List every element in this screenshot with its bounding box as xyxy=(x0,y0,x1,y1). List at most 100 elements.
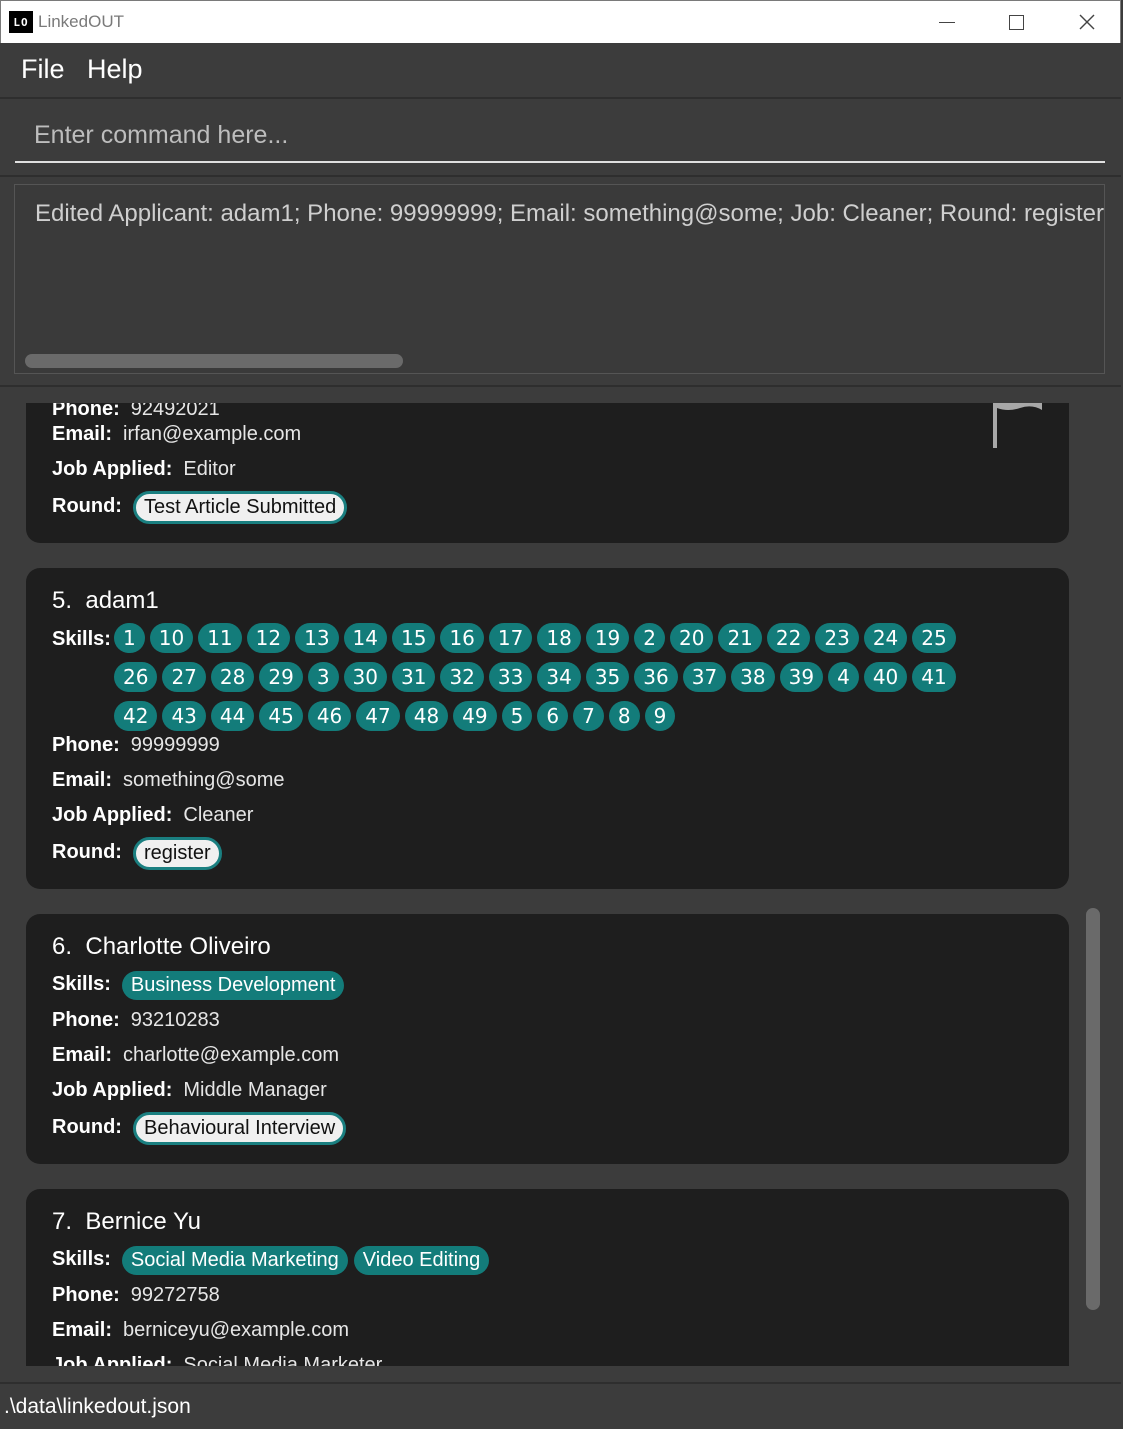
maximize-button[interactable] xyxy=(981,1,1051,44)
skills-row: Skills: Business Development xyxy=(52,971,350,1000)
command-input[interactable] xyxy=(15,110,1105,163)
skill-tag: 22 xyxy=(766,623,811,653)
applicant-card[interactable]: Phone: 92492021 Email: irfan@example.com J… xyxy=(26,403,1069,543)
skill-tag: 4 xyxy=(828,662,859,692)
phone-value: 93210283 xyxy=(130,1009,220,1031)
skill-tag: 37 xyxy=(682,662,727,692)
skill-tag: 28 xyxy=(210,662,255,692)
title-bar: LO LinkedOUT xyxy=(0,0,1121,43)
skill-tag: 18 xyxy=(537,623,581,653)
applicant-index: 7. xyxy=(52,1208,73,1235)
menu-file[interactable]: File xyxy=(21,54,65,85)
skill-tag: 10 xyxy=(149,623,194,653)
job-row: Job Applied: Cleaner xyxy=(52,804,254,826)
email-row: Email: irfan@example.com xyxy=(52,423,302,445)
skill-tag: 29 xyxy=(259,662,303,692)
round-row: Round: Behavioural Interview xyxy=(52,1112,347,1145)
round-tag: Behavioural Interview xyxy=(132,1112,347,1145)
skill-tag: 11 xyxy=(198,623,242,653)
close-icon xyxy=(1079,14,1095,30)
job-value: Cleaner xyxy=(183,804,254,826)
email-value: charlotte@example.com xyxy=(123,1044,339,1066)
skill-tag: 16 xyxy=(440,623,484,653)
skill-tag: 42 xyxy=(114,701,158,731)
skill-tag: 46 xyxy=(307,701,352,731)
skill-tag: 26 xyxy=(114,662,158,692)
round-tag: Test Article Submitted xyxy=(132,491,348,524)
skill-tag: 33 xyxy=(488,662,533,692)
skill-tag: 36 xyxy=(634,662,678,692)
skill-tag: 19 xyxy=(585,623,630,653)
skill-tag: 35 xyxy=(585,662,630,692)
email-value: berniceyu@example.com xyxy=(123,1319,349,1341)
email-value: something@some xyxy=(123,769,285,791)
skill-tag: 39 xyxy=(779,662,824,692)
skill-tag: Video Editing xyxy=(353,1246,490,1275)
applicant-index: 5. xyxy=(52,587,73,614)
applicant-list-viewport: Phone: 92492021 Email: irfan@example.com J… xyxy=(0,403,1121,1366)
window-title: LinkedOUT xyxy=(38,12,124,31)
skill-tag: 20 xyxy=(670,623,714,653)
phone-row: Phone: 92492021 xyxy=(52,403,220,421)
applicant-index: 6. xyxy=(52,933,73,960)
email-row: Email: charlotte@example.com xyxy=(52,1044,339,1066)
skill-tag: 12 xyxy=(246,623,291,653)
skill-tag: Business Development xyxy=(121,971,345,1000)
email-value: irfan@example.com xyxy=(123,423,302,445)
applicant-name: 7. Bernice Yu xyxy=(52,1208,201,1235)
phone-row: Phone: 99999999 xyxy=(52,734,220,756)
round-row: Round: Test Article Submitted xyxy=(52,491,348,524)
skill-tag: 40 xyxy=(863,662,908,692)
job-row: Job Applied: Editor xyxy=(52,458,236,480)
job-value: Middle Manager xyxy=(183,1079,327,1101)
skills-label: Skills: xyxy=(52,628,111,650)
status-bar: .\data\linkedout.json xyxy=(0,1382,1121,1429)
flag-icon[interactable] xyxy=(992,403,1044,448)
skill-tag: 38 xyxy=(731,662,775,692)
job-value: Editor xyxy=(183,458,236,480)
result-display: Edited Applicant: adam1; Phone: 99999999… xyxy=(14,184,1105,374)
skill-tag: 48 xyxy=(404,701,449,731)
skill-tag: 14 xyxy=(343,623,387,653)
phone-row: Phone: 93210283 xyxy=(52,1009,220,1031)
skill-tag: 43 xyxy=(162,701,206,731)
skills-list: 1 10 11 12 13 14 15 16 17 18 19 2 20 21 22 23 24 25 26 27 28… xyxy=(114,623,994,740)
round-tag: register xyxy=(132,837,222,870)
applicant-card[interactable]: 6. Charlotte Oliveiro Skills: Business De… xyxy=(26,914,1069,1164)
skill-tag: 31 xyxy=(392,662,436,692)
job-value: Social Media Marketer xyxy=(183,1354,383,1366)
app-logo-icon: LO xyxy=(9,11,33,33)
menu-bar: File Help xyxy=(0,44,1121,99)
skill-tag: 8 xyxy=(608,701,640,731)
menu-help[interactable]: Help xyxy=(87,54,143,85)
applicant-list: Phone: 92492021 Email: irfan@example.com J… xyxy=(0,385,1121,1382)
skill-tag: Social Media Marketing xyxy=(121,1246,348,1275)
skill-tag: 17 xyxy=(488,623,533,653)
skill-tag: 23 xyxy=(815,623,859,653)
data-file-path: .\data\linkedout.json xyxy=(4,1395,191,1418)
skill-tag: 1 xyxy=(114,623,145,653)
skill-tag: 44 xyxy=(210,701,255,731)
phone-value: 99272758 xyxy=(130,1284,220,1306)
vertical-scrollbar[interactable] xyxy=(1086,908,1100,1310)
minimize-button[interactable] xyxy=(910,1,980,44)
email-row: Email: something@some xyxy=(52,769,285,791)
skill-tag: 9 xyxy=(644,701,676,731)
applicant-name: 6. Charlotte Oliveiro xyxy=(52,933,271,960)
skill-tag: 21 xyxy=(718,623,762,653)
skill-tag: 49 xyxy=(453,701,497,731)
skill-tag: 30 xyxy=(343,662,387,692)
skill-tag: 2 xyxy=(634,623,665,653)
applicant-card[interactable]: 7. Bernice Yu Skills: Social Media Market… xyxy=(26,1189,1069,1366)
close-button[interactable] xyxy=(1052,1,1122,44)
skill-tag: 27 xyxy=(162,662,206,692)
horizontal-scrollbar[interactable] xyxy=(25,354,403,368)
applicant-card[interactable]: 5. adam1 Skills: 1 10 11 12 13 14 15 16 17 18 19 2 2… xyxy=(26,568,1069,889)
job-row: Job Applied: Middle Manager xyxy=(52,1079,327,1101)
skill-tag: 13 xyxy=(295,623,339,653)
result-text: Edited Applicant: adam1; Phone: 99999999… xyxy=(35,200,1104,227)
skill-tag: 34 xyxy=(537,662,581,692)
skill-tag: 7 xyxy=(573,701,604,731)
phone-value: 92492021 xyxy=(130,403,220,420)
skill-tag: 45 xyxy=(259,701,303,731)
